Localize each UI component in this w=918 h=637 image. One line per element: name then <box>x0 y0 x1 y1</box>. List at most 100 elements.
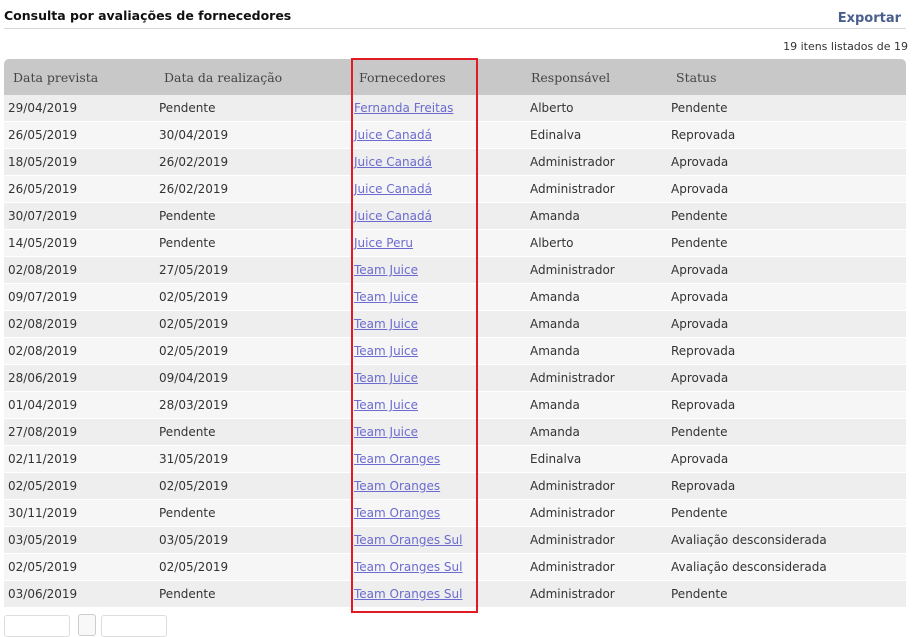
fornecedor-link[interactable]: Juice Canadá <box>354 128 432 142</box>
fornecedor-link[interactable]: Team Juice <box>354 398 418 412</box>
table-row: 26/05/2019 26/02/2019 Juice Canadá Administ… <box>4 175 906 203</box>
data-prevista-cell: 03/05/2019 <box>4 526 155 554</box>
table-row: 03/06/2019 Pendente Team Oranges Sul Admini… <box>4 580 906 608</box>
status-cell: Aprovada <box>667 175 906 203</box>
fornecedor-link[interactable]: Team Juice <box>354 290 418 304</box>
data-realizacao-cell: Pendente <box>155 229 350 257</box>
column-header-data-prevista[interactable]: Data prevista <box>4 59 155 95</box>
status-cell: Pendente <box>667 229 906 257</box>
fornecedor-cell: Team Juice <box>350 364 522 392</box>
data-realizacao-cell: 30/04/2019 <box>155 121 350 149</box>
responsavel-cell: Edinalva <box>522 445 667 473</box>
data-prevista-cell: 02/11/2019 <box>4 445 155 473</box>
status-cell: Aprovada <box>667 310 906 338</box>
status-cell: Reprovada <box>667 337 906 365</box>
data-realizacao-cell: 02/05/2019 <box>155 472 350 500</box>
status-cell: Reprovada <box>667 472 906 500</box>
fornecedor-link[interactable]: Team Juice <box>354 344 418 358</box>
responsavel-cell: Administrador <box>522 499 667 527</box>
fornecedor-link[interactable]: Team Oranges <box>354 479 440 493</box>
data-realizacao-cell: 02/05/2019 <box>155 553 350 581</box>
status-cell: Pendente <box>667 202 906 230</box>
fornecedor-link[interactable]: Juice Canadá <box>354 209 432 223</box>
data-prevista-cell: 27/08/2019 <box>4 418 155 446</box>
data-prevista-cell: 26/05/2019 <box>4 121 155 149</box>
fornecedor-link[interactable]: Team Oranges Sul <box>354 587 463 601</box>
fornecedor-link[interactable]: Team Oranges Sul <box>354 560 463 574</box>
data-realizacao-cell: Pendente <box>155 580 350 608</box>
data-prevista-cell: 30/11/2019 <box>4 499 155 527</box>
responsavel-cell: Amanda <box>522 202 667 230</box>
fornecedor-cell: Fernanda Freitas <box>350 95 522 122</box>
table-row: 29/04/2019 Pendente Fernanda Freitas Albert… <box>4 95 906 122</box>
responsavel-cell: Administrador <box>522 175 667 203</box>
status-cell: Reprovada <box>667 121 906 149</box>
responsavel-cell: Administrador <box>522 364 667 392</box>
data-prevista-cell: 26/05/2019 <box>4 175 155 203</box>
data-prevista-cell: 03/06/2019 <box>4 580 155 608</box>
fornecedor-link[interactable]: Team Juice <box>354 371 418 385</box>
column-header-fornecedores[interactable]: Fornecedores <box>350 59 522 95</box>
data-prevista-cell: 02/05/2019 <box>4 472 155 500</box>
table-row: 09/07/2019 02/05/2019 Team Juice Amanda Apro… <box>4 283 906 311</box>
data-realizacao-cell: 26/02/2019 <box>155 175 350 203</box>
data-prevista-cell: 28/06/2019 <box>4 364 155 392</box>
fornecedor-cell: Team Juice <box>350 391 522 419</box>
column-header-data-realizacao[interactable]: Data da realização <box>155 59 350 95</box>
fornecedor-cell: Team Oranges <box>350 499 522 527</box>
responsavel-cell: Amanda <box>522 418 667 446</box>
fornecedor-cell: Juice Canadá <box>350 175 522 203</box>
data-realizacao-cell: Pendente <box>155 95 350 122</box>
data-realizacao-cell: Pendente <box>155 202 350 230</box>
pagination-control[interactable] <box>4 615 70 637</box>
data-realizacao-cell: Pendente <box>155 499 350 527</box>
data-prevista-cell: 18/05/2019 <box>4 148 155 176</box>
fornecedor-link[interactable]: Team Juice <box>354 425 418 439</box>
fornecedor-cell: Team Oranges Sul <box>350 553 522 581</box>
fornecedor-cell: Team Juice <box>350 256 522 284</box>
responsavel-cell: Administrador <box>522 148 667 176</box>
status-cell: Pendente <box>667 418 906 446</box>
export-button[interactable]: Exportar <box>838 11 901 26</box>
status-cell: Pendente <box>667 95 906 122</box>
column-header-status[interactable]: Status <box>667 59 906 95</box>
table-row: 02/08/2019 27/05/2019 Team Juice Administra… <box>4 256 906 284</box>
fornecedor-cell: Team Oranges <box>350 445 522 473</box>
data-prevista-cell: 02/08/2019 <box>4 256 155 284</box>
data-realizacao-cell: 02/05/2019 <box>155 337 350 365</box>
fornecedor-link[interactable]: Team Oranges <box>354 452 440 466</box>
responsavel-cell: Amanda <box>522 337 667 365</box>
status-cell: Pendente <box>667 580 906 608</box>
fornecedor-link[interactable]: Fernanda Freitas <box>354 101 453 115</box>
status-cell: Aprovada <box>667 445 906 473</box>
status-cell: Aprovada <box>667 364 906 392</box>
fornecedor-cell: Team Juice <box>350 418 522 446</box>
fornecedor-cell: Team Juice <box>350 310 522 338</box>
responsavel-cell: Amanda <box>522 283 667 311</box>
page-button[interactable] <box>78 614 96 636</box>
data-realizacao-cell: 28/03/2019 <box>155 391 350 419</box>
table-row: 01/04/2019 28/03/2019 Team Juice Amanda Repr… <box>4 391 906 419</box>
responsavel-cell: Administrador <box>522 526 667 554</box>
status-cell: Aprovada <box>667 283 906 311</box>
fornecedor-link[interactable]: Team Oranges Sul <box>354 533 463 547</box>
responsavel-cell: Administrador <box>522 256 667 284</box>
responsavel-cell: Amanda <box>522 310 667 338</box>
fornecedor-link[interactable]: Juice Peru <box>354 236 413 250</box>
fornecedor-cell: Team Oranges <box>350 472 522 500</box>
fornecedor-link[interactable]: Team Juice <box>354 317 418 331</box>
fornecedor-link[interactable]: Team Juice <box>354 263 418 277</box>
data-prevista-cell: 14/05/2019 <box>4 229 155 257</box>
fornecedor-link[interactable]: Juice Canadá <box>354 182 432 196</box>
fornecedor-link[interactable]: Team Oranges <box>354 506 440 520</box>
table-header-row: Data prevista Data da realização Fornece… <box>4 59 906 95</box>
data-realizacao-cell: 03/05/2019 <box>155 526 350 554</box>
column-header-responsavel[interactable]: Responsável <box>522 59 667 95</box>
data-prevista-cell: 02/08/2019 <box>4 337 155 365</box>
status-cell: Aprovada <box>667 148 906 176</box>
fornecedor-cell: Team Oranges Sul <box>350 580 522 608</box>
fornecedor-link[interactable]: Juice Canadá <box>354 155 432 169</box>
data-realizacao-cell: Pendente <box>155 418 350 446</box>
responsavel-cell: Edinalva <box>522 121 667 149</box>
pagination-control[interactable] <box>101 615 167 637</box>
